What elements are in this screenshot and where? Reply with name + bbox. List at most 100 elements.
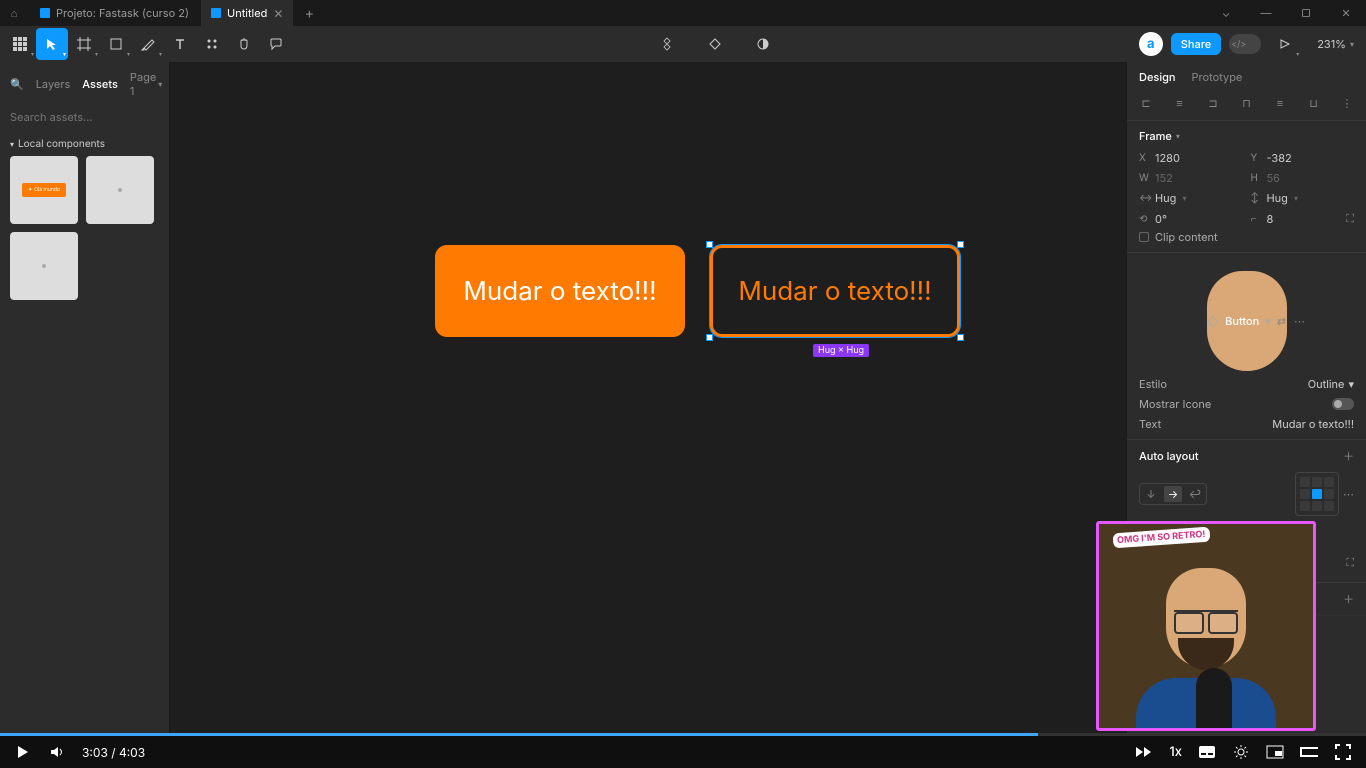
tab-layers[interactable]: Layers [36, 77, 71, 91]
frame-title[interactable]: Frame▾ [1139, 129, 1354, 143]
comment-tool[interactable] [260, 28, 292, 60]
frame-tool[interactable]: ▾ [68, 28, 100, 60]
play-button[interactable] [14, 743, 32, 761]
autolayout-title: Auto layout [1139, 449, 1199, 463]
component-thumb-2[interactable] [86, 156, 154, 224]
direction-vertical[interactable]: ↓ [1142, 486, 1160, 502]
align-bottom-icon[interactable]: ⊔ [1305, 94, 1323, 112]
user-avatar[interactable]: a [1139, 32, 1163, 56]
tab-prototype[interactable]: Prototype [1192, 70, 1243, 84]
variant-text[interactable]: TextMudar o texto!!! [1139, 417, 1354, 431]
independent-padding-icon[interactable]: ⛶ [1346, 555, 1354, 570]
align-right-icon[interactable]: ⊐ [1204, 94, 1222, 112]
window-chevron[interactable]: ⌄ [1206, 0, 1246, 26]
component-tool[interactable] [651, 28, 683, 60]
resources-tool[interactable] [196, 28, 228, 60]
selection-handle[interactable] [957, 241, 964, 248]
align-top-icon[interactable]: ⊓ [1238, 94, 1256, 112]
skip-button[interactable] [1135, 743, 1153, 761]
variant-tool[interactable] [699, 28, 731, 60]
home-tab[interactable]: ⌂ [0, 0, 28, 26]
alignment-tools: ⊏ ≡ ⊐ ⊓ ≡ ⊔ ⋮ [1127, 90, 1366, 120]
autolayout-more-icon[interactable]: ⋯ [1343, 487, 1354, 501]
fullscreen-button[interactable] [1334, 743, 1352, 761]
mask-tool[interactable] [747, 28, 779, 60]
tab-design[interactable]: Design [1139, 70, 1176, 84]
button-instance-filled[interactable]: Mudar o texto!!! [435, 245, 685, 337]
close-tab-icon[interactable]: ✕ [273, 6, 283, 21]
align-left-icon[interactable]: ⊏ [1137, 94, 1155, 112]
swap-icon[interactable]: ⇄ [1277, 314, 1286, 328]
prop-h[interactable]: H56 [1251, 171, 1355, 185]
selection-handle[interactable] [706, 334, 713, 341]
volume-button[interactable] [48, 743, 66, 761]
selection-handle[interactable] [706, 241, 713, 248]
presenter [1136, 558, 1276, 728]
clip-content-row[interactable]: Clip content [1139, 230, 1354, 244]
captions-button[interactable] [1198, 743, 1216, 761]
zoom-control[interactable]: 231%▾ [1309, 37, 1362, 51]
playback-speed[interactable]: 1x [1169, 744, 1182, 760]
share-button[interactable]: Share [1171, 33, 1221, 55]
component-thumb-button[interactable]: ✦ Olá mundo [10, 156, 78, 224]
more-icon[interactable]: ⋯ [1294, 314, 1305, 328]
search-assets-input[interactable] [10, 110, 181, 124]
toggle-switch[interactable] [1332, 398, 1354, 410]
zoom-value: 231% [1317, 37, 1346, 51]
selection-handle[interactable] [957, 334, 964, 341]
direction-wrap[interactable]: ↩ [1186, 486, 1204, 502]
prop-vsize[interactable]: ↕Hug▾ [1251, 191, 1355, 205]
prop-x[interactable]: X1280 [1139, 151, 1243, 165]
align-more-icon[interactable]: ⋮ [1338, 94, 1356, 112]
move-tool[interactable]: ▾ [36, 28, 68, 60]
section-local-components[interactable]: Local components [0, 132, 169, 156]
add-grid-icon[interactable]: ＋ [1343, 591, 1354, 607]
tab-assets[interactable]: Assets [82, 77, 118, 91]
component-thumb-3[interactable] [10, 232, 78, 300]
tab-project[interactable]: Projeto: Fastask (curso 2) [30, 0, 199, 26]
variant-icon-toggle[interactable]: Mostrar Icone [1139, 397, 1354, 411]
present-button[interactable]: ▾ [1269, 28, 1301, 60]
hand-tool[interactable] [228, 28, 260, 60]
add-autolayout-icon[interactable]: ＋ [1343, 448, 1354, 464]
toolbar: ▾ ▾ ▾ ▾ ▾ a Share </> ▾ 231%▾ [0, 26, 1366, 62]
window-minimize[interactable]: — [1246, 0, 1286, 26]
direction-horizontal[interactable]: → [1164, 486, 1182, 502]
button-instance-outline-selected[interactable]: Mudar o texto!!! [710, 245, 960, 337]
align-hcenter-icon[interactable]: ≡ [1171, 94, 1189, 112]
direction-toggle: ↓ → ↩ [1139, 483, 1207, 505]
prop-y[interactable]: Y-382 [1251, 151, 1355, 165]
variant-name[interactable]: Button [1225, 314, 1259, 328]
page-selector[interactable]: Page 1▾ [130, 70, 162, 98]
independent-corners-icon[interactable]: ⛶ [1346, 211, 1354, 226]
miniplayer-button[interactable] [1266, 743, 1284, 761]
canvas[interactable]: Mudar o texto!!! Mudar o texto!!! Hug × … [170, 62, 1126, 764]
tab-untitled[interactable]: Untitled ✕ [201, 0, 293, 26]
window-close[interactable]: ✕ [1326, 0, 1366, 26]
clip-checkbox[interactable] [1139, 232, 1149, 242]
frame-section: Frame▾ X1280 Y-382 W152 H56 ↔Hug▾ ↕Hug▾ … [1127, 120, 1366, 252]
alignment-grid[interactable] [1295, 472, 1339, 516]
prop-w[interactable]: W152 [1139, 171, 1243, 185]
add-tab-button[interactable]: + [295, 5, 323, 22]
settings-button[interactable] [1232, 743, 1250, 761]
text-tool[interactable] [164, 28, 196, 60]
shape-tool[interactable]: ▾ [100, 28, 132, 60]
pen-tool[interactable]: ▾ [132, 28, 164, 60]
prop-rotation[interactable]: ⟲0° [1139, 211, 1243, 226]
search-icon[interactable]: 🔍 [10, 77, 24, 91]
prop-hsize[interactable]: ↔Hug▾ [1139, 191, 1243, 205]
window-maximize[interactable]: ▢ [1286, 0, 1326, 26]
asset-search-row: ☰ ▭ [0, 106, 169, 132]
dev-mode-toggle[interactable]: </> [1229, 34, 1261, 54]
main-menu-button[interactable]: ▾ [4, 28, 36, 60]
variant-section: ◇ Button▾ ⇄⋯ EstiloOutline▾ Mostrar Icon… [1127, 252, 1366, 439]
align-vcenter-icon[interactable]: ≡ [1271, 94, 1289, 112]
variant-icon: ◇ [1207, 314, 1220, 329]
theater-button[interactable] [1300, 743, 1318, 761]
variant-estilo[interactable]: EstiloOutline▾ [1139, 377, 1354, 391]
video-time: 3:03 / 4:03 [82, 745, 145, 760]
prop-radius[interactable]: ⌐8⛶ [1251, 211, 1355, 226]
webcam-overlay: OMG I'M SO RETRO! [1096, 521, 1316, 731]
left-panel-tabs: 🔍 Layers Assets Page 1▾ [0, 62, 169, 106]
